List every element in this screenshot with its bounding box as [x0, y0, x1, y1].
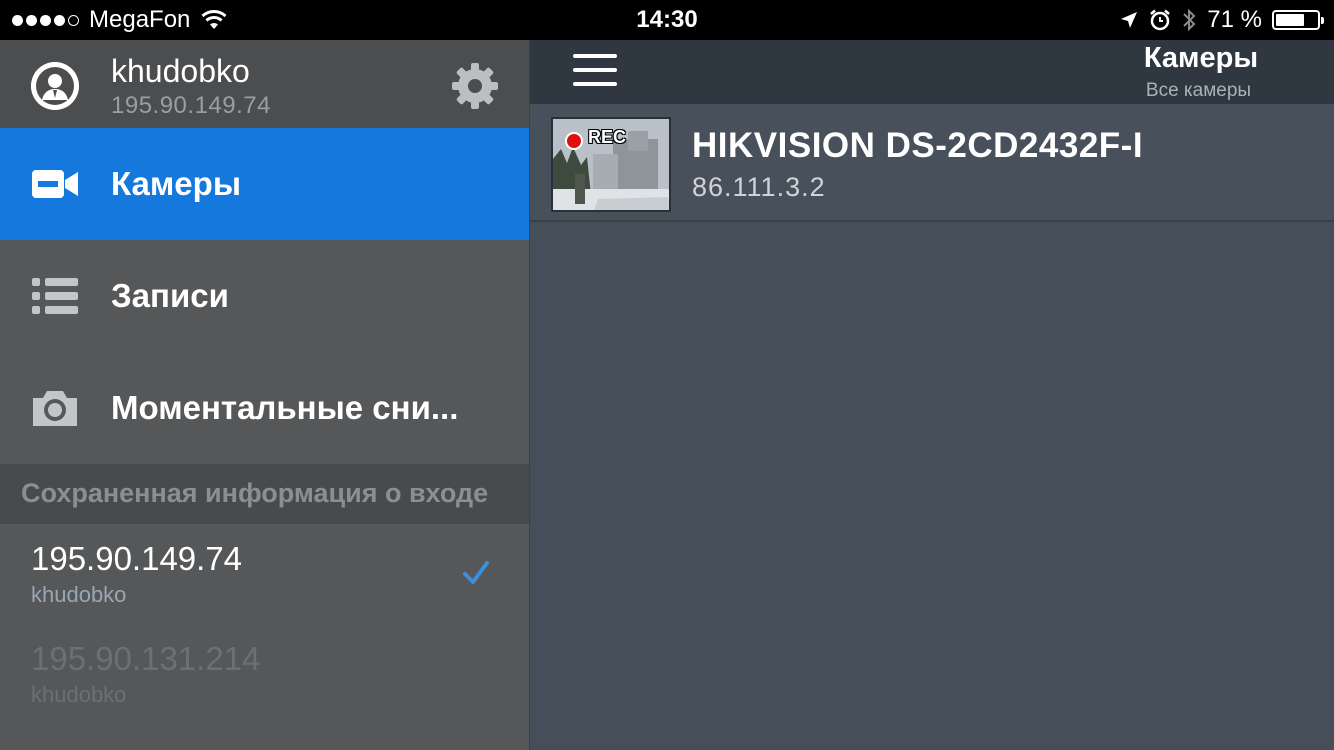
alarm-icon [1150, 9, 1171, 31]
main-panel: Камеры Все камеры REC HIKVISION DS-2CD24… [529, 40, 1334, 750]
user-avatar-icon [31, 62, 79, 110]
profile-header[interactable]: khudobko 195.90.149.74 [0, 40, 529, 128]
saved-login-ip: 195.90.131.214 [31, 640, 261, 677]
page-title: Камеры [1143, 42, 1259, 74]
location-arrow-icon [1121, 12, 1138, 28]
nav-label-recordings: Записи [111, 277, 229, 314]
menu-icon[interactable] [573, 52, 617, 88]
battery-percent: 71 % [1207, 6, 1262, 33]
saved-logins-header-text: Сохраненная информация о входе [21, 478, 489, 508]
bluetooth-icon [1183, 8, 1196, 32]
nav-label-snapshots: Моментальные сни... [111, 389, 459, 426]
saved-login-user: khudobko [31, 582, 127, 607]
page-subtitle[interactable]: Все камеры [1101, 80, 1296, 102]
profile-username: khudobko [111, 53, 250, 89]
camera-name: HIKVISION DS-2CD2432F-I [692, 126, 1144, 165]
status-bar: MegaFon 14:30 71 % [0, 0, 1334, 40]
saved-login-ip: 195.90.149.74 [31, 540, 243, 577]
checkmark-icon [463, 561, 489, 584]
saved-login-user: khudobko [31, 682, 127, 707]
list-icon [32, 278, 78, 314]
status-right: 71 % [1119, 0, 1324, 40]
gear-icon[interactable] [450, 61, 500, 111]
profile-ip: 195.90.149.74 [111, 92, 271, 119]
nav-item-snapshots[interactable]: Моментальные сни... [0, 352, 529, 464]
battery-fill [1276, 14, 1305, 26]
camera-thumbnail: REC [551, 117, 671, 212]
rec-label: REC [588, 127, 627, 147]
video-camera-icon [32, 170, 78, 198]
nav-item-cameras[interactable]: Камеры [0, 128, 529, 240]
camera-list-item[interactable]: REC HIKVISION DS-2CD2432F-I 86.111.3.2 [530, 104, 1334, 222]
battery-icon [1272, 10, 1324, 30]
top-bar: Камеры Все камеры [530, 40, 1334, 104]
saved-logins-header: Сохраненная информация о входе [0, 464, 529, 524]
nav-item-recordings[interactable]: Записи [0, 240, 529, 352]
sidebar: khudobko 195.90.149.74 Камеры Записи Мом… [0, 40, 529, 750]
recording-indicator-icon [565, 132, 583, 150]
saved-login-item[interactable]: 195.90.149.74 khudobko [0, 524, 529, 624]
saved-login-item[interactable]: 195.90.131.214 khudobko [0, 624, 529, 724]
nav-label-cameras: Камеры [111, 165, 242, 202]
camera-ip: 86.111.3.2 [692, 172, 826, 202]
photo-camera-icon [33, 391, 77, 426]
